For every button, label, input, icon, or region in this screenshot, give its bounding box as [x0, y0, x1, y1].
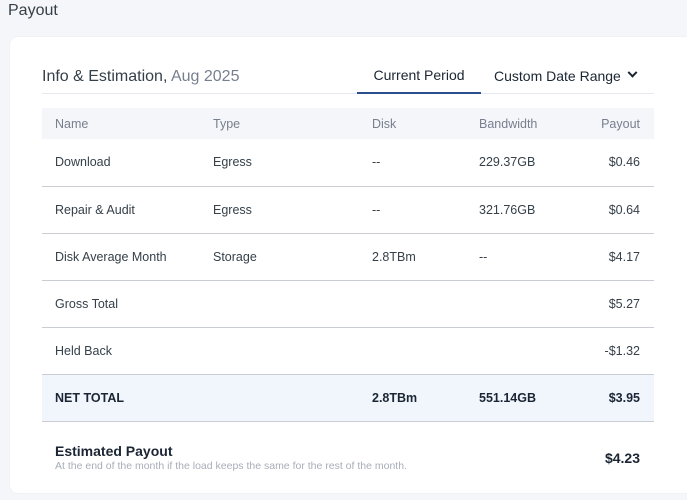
cell-name: Download	[55, 155, 111, 170]
cell-disk	[359, 280, 466, 327]
cell-bandwidth: 229.37GB	[479, 155, 536, 170]
cell-type	[200, 280, 359, 327]
card-title-period: Aug 2025	[170, 68, 240, 85]
page-title: Payout	[8, 2, 58, 19]
column-header-payout: Payout	[601, 116, 640, 131]
net-total-type	[200, 374, 359, 421]
net-total-payout: $3.95	[608, 390, 640, 405]
cell-disk	[359, 327, 466, 374]
cell-name: Repair & Audit	[55, 202, 135, 217]
column-header-type: Type	[213, 116, 241, 131]
estimated-payout-value: $4.23	[604, 450, 640, 466]
chevron-down-icon	[627, 67, 638, 78]
table-row: Disk Average Month Storage 2.8TBm -- $4.…	[42, 233, 654, 280]
tab-current-period-label: Current Period	[373, 66, 465, 83]
tab-current-period[interactable]: Current Period	[357, 57, 481, 94]
cell-type: Storage	[213, 249, 257, 264]
cell-type: Egress	[213, 155, 252, 170]
cell-disk: --	[372, 155, 381, 170]
column-header-bandwidth: Bandwidth	[479, 116, 538, 131]
cell-bandwidth	[466, 280, 569, 327]
cell-payout: -$1.32	[604, 343, 640, 358]
cell-name: Gross Total	[55, 296, 118, 311]
net-total-label: NET TOTAL	[55, 390, 124, 405]
table-row: Gross Total $5.27	[42, 280, 654, 327]
cell-payout: $0.64	[608, 202, 640, 217]
net-total-row: NET TOTAL 2.8TBm 551.14GB $3.95	[42, 374, 654, 421]
cell-name: Held Back	[55, 343, 112, 358]
tab-custom-date-range[interactable]: Custom Date Range	[494, 57, 644, 94]
table-row: Download Egress -- 229.37GB $0.46	[42, 139, 654, 186]
net-total-disk: 2.8TBm	[372, 390, 418, 405]
cell-disk: 2.8TBm	[372, 249, 416, 264]
estimated-payout-title: Estimated Payout	[55, 443, 173, 459]
cell-bandwidth: --	[479, 249, 488, 264]
cell-type	[200, 327, 359, 374]
table-row: Repair & Audit Egress -- 321.76GB $0.64	[42, 186, 654, 233]
cell-payout: $0.46	[608, 155, 640, 170]
card-title: Info & Estimation, Aug 2025	[42, 68, 239, 86]
table-row: Held Back -$1.32	[42, 327, 654, 374]
column-header-name: Name	[55, 116, 89, 131]
cell-payout: $4.17	[608, 249, 640, 264]
cell-bandwidth: 321.76GB	[479, 202, 536, 217]
payout-table: Name Type Disk Bandwidth Payout Download…	[42, 108, 654, 422]
cell-name: Disk Average Month	[55, 249, 167, 264]
payout-card: Info & Estimation, Aug 2025 Current Peri…	[10, 37, 687, 493]
cell-type: Egress	[213, 202, 252, 217]
column-header-disk: Disk	[372, 116, 397, 131]
cell-bandwidth	[466, 327, 569, 374]
card-header: Info & Estimation, Aug 2025 Current Peri…	[42, 57, 654, 94]
estimated-payout-section: Estimated Payout At the end of the month…	[42, 434, 654, 474]
tab-custom-date-range-label: Custom Date Range	[494, 67, 621, 84]
card-title-text: Info & Estimation,	[42, 68, 168, 85]
estimated-payout-subtitle: At the end of the month if the load keep…	[55, 460, 407, 472]
net-total-bandwidth: 551.14GB	[479, 390, 536, 405]
table-header-row: Name Type Disk Bandwidth Payout	[42, 108, 654, 139]
cell-disk: --	[372, 202, 381, 217]
cell-payout: $5.27	[608, 296, 640, 311]
